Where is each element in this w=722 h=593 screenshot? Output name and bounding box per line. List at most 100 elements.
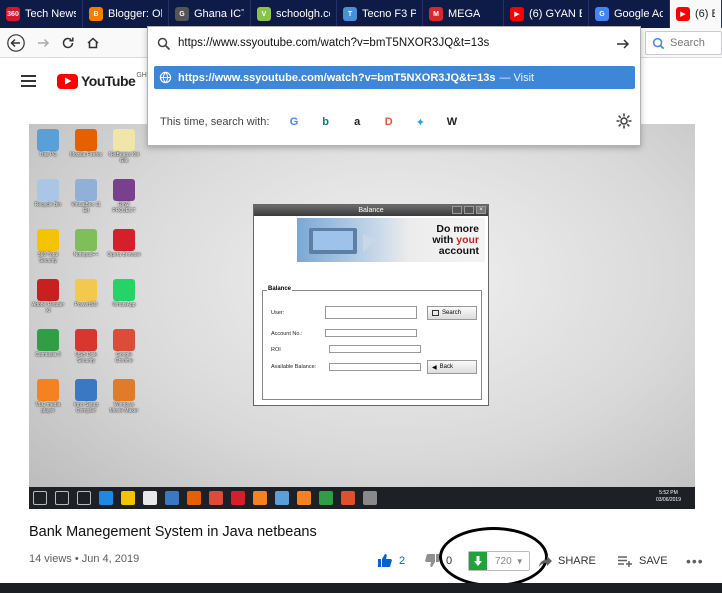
desktop-icon-label: VLC media player <box>35 402 61 414</box>
suggestion-url: https://www.ssyoutube.com/watch?v=bmT5NX… <box>178 71 496 84</box>
desktop-icon: NetBeans Kiri Gilk <box>107 129 141 164</box>
desktop-icon: Google Chrome <box>107 329 141 364</box>
tab-favicon-icon: V <box>257 7 271 21</box>
desktop-icon: Windows Movie Maker <box>107 379 141 414</box>
quality-value: 720 <box>495 555 512 567</box>
upload-date: • Jun 4, 2019 <box>74 553 140 565</box>
desktop-icon-label: Mozilla Firefox <box>69 152 103 158</box>
tab-label: Blogger: Ol <box>108 8 162 20</box>
tab-4[interactable]: T Tecno F3 Pc <box>337 0 423 28</box>
tab-favicon-icon: B <box>89 7 103 21</box>
balance-window-title: Balance <box>358 207 384 214</box>
desktop-icon-label: Notepad++ <box>73 252 99 258</box>
search-box-placeholder: Search <box>670 37 705 49</box>
tab-6[interactable]: ▶ (6) GYAN BL <box>504 0 589 28</box>
back-button-window: ◀ Back <box>427 360 477 374</box>
tab-5[interactable]: M MEGA <box>423 0 504 28</box>
desktop-icon: This PC <box>31 129 65 158</box>
tab-1[interactable]: B Blogger: Ol <box>83 0 169 28</box>
desktop-icon-label: RINZ PROJECT <box>112 202 136 214</box>
taskbar-app-icon <box>165 491 179 505</box>
taskbar-clock: 5:52 PM 03/06/2019 <box>655 490 681 503</box>
desktop-icon-label: NetBeans Kiri Gilk <box>108 152 140 164</box>
desktop-app-icon <box>113 279 135 301</box>
desktop-icon: 360 Total Security <box>31 229 65 264</box>
url-suggestion[interactable]: https://www.ssyoutube.com/watch?v=bmT5NX… <box>154 66 635 89</box>
forward-arrow-icon <box>38 38 50 48</box>
taskbar-app-icon <box>187 491 201 505</box>
forward-button[interactable] <box>33 33 53 53</box>
desktop-app-icon <box>37 379 59 401</box>
balance-banner: Do more with your account <box>297 218 485 262</box>
view-count: 14 views <box>29 553 72 565</box>
bing-icon[interactable]: b <box>317 113 335 131</box>
google-icon[interactable]: G <box>285 113 303 131</box>
desktop-icon-label: 360 Total Security <box>37 252 59 264</box>
taskbar-app-icon <box>55 491 69 505</box>
desktop-app-icon <box>113 129 135 151</box>
url-dropdown: https://www.ssyoutube.com/watch?v=bmT5NX… <box>147 26 641 146</box>
back-arrow-icon <box>7 34 25 52</box>
amazon-icon[interactable]: a <box>348 113 366 131</box>
desktop-icon: RINZ PROJECT <box>107 179 141 214</box>
quality-select[interactable]: 720 ▼ <box>487 552 524 570</box>
desktop-icon-label: VirtualBox 11 Ed <box>71 202 101 214</box>
tab-favicon-icon: G <box>175 7 189 21</box>
os-taskbar <box>0 583 722 593</box>
address-input[interactable]: https://www.ssyoutube.com/watch?v=bmT5NX… <box>178 37 489 49</box>
balance-group: Balance User: Search Account No.: ROI Av… <box>262 286 482 400</box>
dislike-count: 0 <box>446 554 453 567</box>
home-button[interactable] <box>83 33 103 53</box>
desktop-icon-label: USB Disk Security <box>75 352 97 364</box>
home-icon <box>87 37 99 49</box>
taskbar-app-icon <box>275 491 289 505</box>
tab-label: Tech News <box>25 8 76 20</box>
reload-icon <box>62 37 74 49</box>
more-icon[interactable]: ••• <box>686 553 704 569</box>
taskbar-app-icon <box>33 491 47 505</box>
video-player[interactable]: This PC Mozilla Firefox NetBeans Kiri Gilk… <box>29 124 695 509</box>
video-meta: 14 views • Jun 4, 2019 <box>29 553 139 565</box>
go-arrow-icon[interactable] <box>616 37 630 51</box>
duckduckgo-icon[interactable]: D <box>380 113 398 131</box>
download-arrow-icon <box>474 555 482 566</box>
like-button[interactable]: 2 <box>377 553 405 568</box>
reload-button[interactable] <box>58 33 78 53</box>
desktop-icon: VLC media player <box>31 379 65 414</box>
back-button[interactable] <box>6 33 26 53</box>
youtube-logo[interactable]: YouTube GH <box>57 72 147 89</box>
search-with-label: This time, search with: <box>160 116 270 128</box>
tab-7[interactable]: G Google Acc <box>589 0 670 28</box>
taskbar-app-icon <box>209 491 223 505</box>
back-button-window-icon: ◀ <box>432 364 437 371</box>
browser-window: 360 Tech News B Blogger: Ol G Ghana ICT I Vsch… <box>0 0 722 593</box>
tab-0[interactable]: 360 Tech News <box>0 0 83 28</box>
share-icon <box>539 555 552 567</box>
menu-icon[interactable] <box>21 75 36 87</box>
tab-2[interactable]: G Ghana ICT I <box>169 0 251 28</box>
playlist-add-icon <box>618 555 632 567</box>
save-button[interactable]: SAVE <box>618 555 668 567</box>
tab-8[interactable]: ▶ (6) B <box>670 0 722 28</box>
address-bar[interactable]: https://www.ssyoutube.com/watch?v=bmT5NX… <box>148 27 640 61</box>
tab-label: schoolgh.cc <box>276 8 330 20</box>
dislike-button[interactable]: 0 <box>424 553 452 568</box>
share-button[interactable]: SHARE <box>539 555 596 567</box>
tab-label: (6) B <box>695 8 715 20</box>
balance-window: Balance × Do more with your account Bala… <box>253 204 489 406</box>
save-label: SAVE <box>639 555 668 567</box>
tab-3[interactable]: Vschoolgh.cc <box>251 0 337 28</box>
desktop-icon-label: This PC <box>39 152 57 158</box>
download-quality-group[interactable]: 720 ▼ <box>468 551 530 571</box>
download-button[interactable] <box>469 552 487 570</box>
wikipedia-icon[interactable]: W <box>443 113 461 131</box>
tab-label: Tecno F3 Pc <box>362 8 416 20</box>
desktop-app-icon <box>113 379 135 401</box>
tab-favicon-icon: M <box>429 7 443 21</box>
desktop-app-icon <box>37 329 59 351</box>
search-box[interactable]: Search <box>645 31 722 55</box>
gear-icon[interactable] <box>615 112 633 130</box>
chevron-down-icon: ▼ <box>515 556 524 566</box>
twitter-icon[interactable]: ✦ <box>411 113 429 131</box>
desktop-icon-label: Windows Movie Maker <box>109 402 139 414</box>
